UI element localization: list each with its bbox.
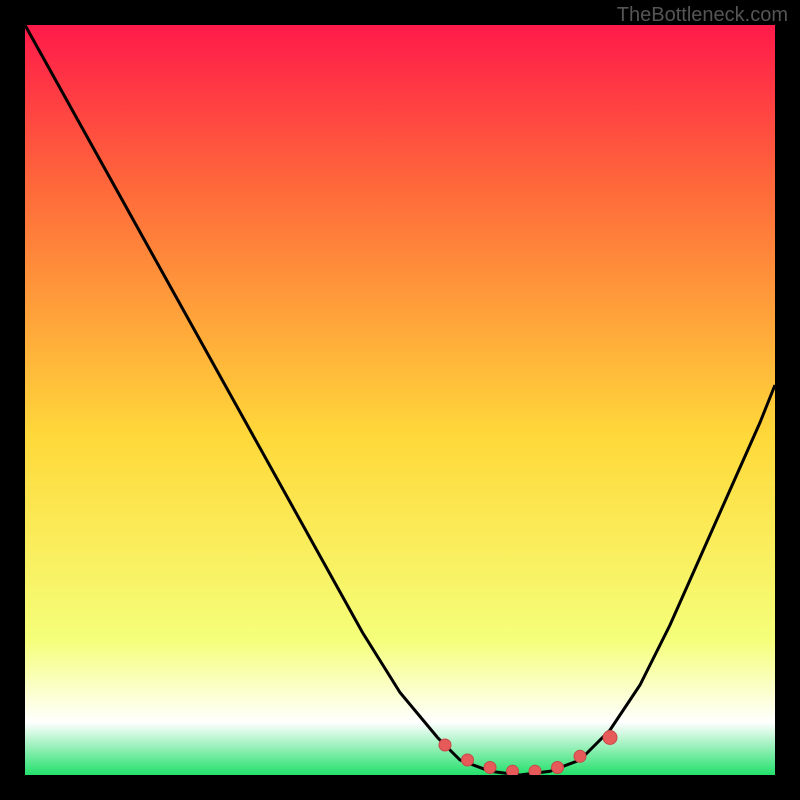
chart-svg xyxy=(25,25,775,775)
curve-marker xyxy=(529,765,541,775)
chart-container: TheBottleneck.com xyxy=(0,0,800,800)
curve-marker xyxy=(439,739,451,751)
curve-marker xyxy=(552,762,564,774)
plot-area xyxy=(25,25,775,775)
curve-marker xyxy=(507,765,519,775)
curve-marker xyxy=(574,750,586,762)
curve-marker xyxy=(462,754,474,766)
curve-marker xyxy=(603,731,617,745)
gradient-background xyxy=(25,25,775,775)
watermark-text: TheBottleneck.com xyxy=(617,4,788,27)
curve-marker xyxy=(484,762,496,774)
